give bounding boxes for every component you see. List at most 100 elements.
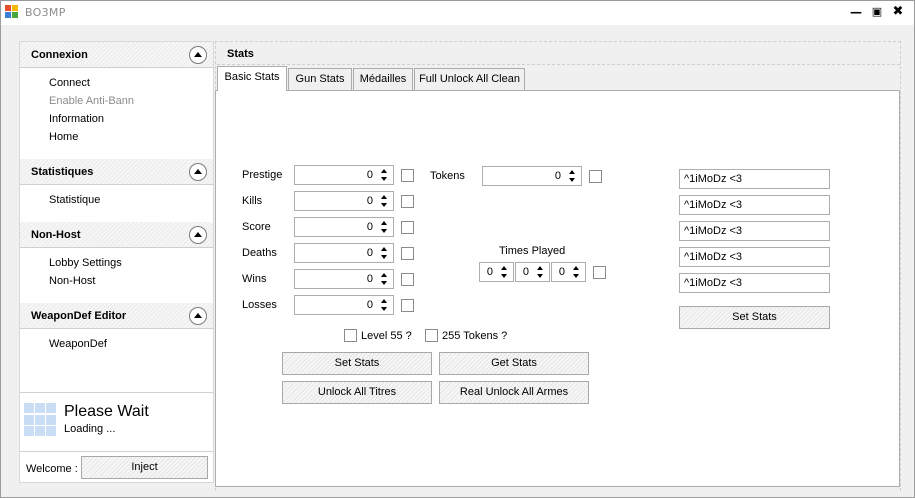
maximize-icon[interactable]: ▣ <box>868 4 886 20</box>
times-played-minutes-stepper[interactable]: 0 <box>551 262 586 282</box>
section-header-weapondef-editor[interactable]: WeaponDef Editor <box>20 303 213 329</box>
title-bar: BO3MP — ▣ ✖ <box>1 1 914 25</box>
section-header-statistiques[interactable]: Statistiques <box>20 159 213 185</box>
set-stats-button[interactable]: Set Stats <box>282 352 432 375</box>
times-played-label: Times Played <box>499 245 566 257</box>
spin-arrows-icon[interactable] <box>377 192 393 210</box>
loading-icon <box>24 403 58 437</box>
times-played-checkbox[interactable] <box>593 266 606 279</box>
collapse-up-icon[interactable] <box>189 163 207 181</box>
deaths-label: Deaths <box>242 247 277 259</box>
name-field-5[interactable]: ^1iMoDz <3 <box>679 273 830 293</box>
stepper-value: 0 <box>366 169 373 181</box>
stepper-value: 0 <box>558 266 565 278</box>
section-title: Connexion <box>31 49 88 61</box>
welcome-bar: Welcome : Inject <box>20 451 213 482</box>
deaths-checkbox[interactable] <box>401 247 414 260</box>
tab-basic-stats[interactable]: Basic Stats <box>217 66 287 91</box>
real-unlock-all-armes-button[interactable]: Real Unlock All Armes <box>439 381 589 404</box>
prestige-checkbox[interactable] <box>401 169 414 182</box>
times-played-hours-stepper[interactable]: 0 <box>515 262 550 282</box>
section-title: Statistiques <box>31 166 94 178</box>
spin-arrows-icon[interactable] <box>497 263 513 281</box>
status-title: Please Wait <box>64 403 149 420</box>
kills-checkbox[interactable] <box>401 195 414 208</box>
tokens-255-checkbox[interactable] <box>425 329 438 342</box>
sidebar-item-weapondef[interactable]: WeaponDef <box>49 338 107 350</box>
page-title: Stats <box>227 48 254 60</box>
sidebar-item-lobby-settings[interactable]: Lobby Settings <box>49 257 122 269</box>
losses-checkbox[interactable] <box>401 299 414 312</box>
prestige-stepper[interactable]: 0 <box>294 165 394 185</box>
wins-stepper[interactable]: 0 <box>294 269 394 289</box>
sidebar-item-enable-anti-bann: Enable Anti-Bann <box>49 95 135 107</box>
spin-arrows-icon[interactable] <box>565 167 581 185</box>
close-icon[interactable]: ✖ <box>889 4 907 20</box>
window-title: BO3MP <box>25 6 66 19</box>
collapse-up-icon[interactable] <box>189 307 207 325</box>
status-subtitle: Loading ... <box>64 423 116 435</box>
inject-button[interactable]: Inject <box>81 456 208 479</box>
collapse-up-icon[interactable] <box>189 46 207 64</box>
stepper-value: 0 <box>366 195 373 207</box>
name-field-1[interactable]: ^1iMoDz <3 <box>679 169 830 189</box>
spin-arrows-icon[interactable] <box>377 166 393 184</box>
level-55-label: Level 55 ? <box>361 330 412 342</box>
name-field-4[interactable]: ^1iMoDz <3 <box>679 247 830 267</box>
welcome-label: Welcome : <box>26 463 78 475</box>
minimize-icon[interactable]: — <box>847 4 865 20</box>
stepper-value: 0 <box>366 273 373 285</box>
name-field-3[interactable]: ^1iMoDz <3 <box>679 221 830 241</box>
level-55-checkbox[interactable] <box>344 329 357 342</box>
times-played-days-stepper[interactable]: 0 <box>479 262 514 282</box>
tab-gun-stats[interactable]: Gun Stats <box>288 68 352 90</box>
spin-arrows-icon[interactable] <box>377 244 393 262</box>
tab-medailles[interactable]: Médailles <box>353 68 413 90</box>
section-header-non-host[interactable]: Non-Host <box>20 222 213 248</box>
sidebar-item-home[interactable]: Home <box>49 131 78 143</box>
sidebar: Connexion Connect Enable Anti-Bann Infor… <box>19 41 214 483</box>
unlock-all-titres-button[interactable]: Unlock All Titres <box>282 381 432 404</box>
tokens-label: Tokens <box>430 170 465 182</box>
prestige-label: Prestige <box>242 169 283 181</box>
names-set-stats-button[interactable]: Set Stats <box>679 306 830 329</box>
wins-checkbox[interactable] <box>401 273 414 286</box>
stepper-value: 0 <box>522 266 529 278</box>
sidebar-item-information[interactable]: Information <box>49 113 104 125</box>
spin-arrows-icon[interactable] <box>377 296 393 314</box>
deaths-stepper[interactable]: 0 <box>294 243 394 263</box>
sidebar-item-statistique[interactable]: Statistique <box>49 194 100 206</box>
stepper-value: 0 <box>366 247 373 259</box>
sidebar-item-connect[interactable]: Connect <box>49 77 90 89</box>
tokens-255-label: 255 Tokens ? <box>442 330 508 342</box>
kills-label: Kills <box>242 195 263 207</box>
score-stepper[interactable]: 0 <box>294 217 394 237</box>
section-title: Non-Host <box>31 229 81 241</box>
spin-arrows-icon[interactable] <box>533 263 549 281</box>
tokens-stepper[interactable]: 0 <box>482 166 582 186</box>
stepper-value: 0 <box>366 299 373 311</box>
get-stats-button[interactable]: Get Stats <box>439 352 589 375</box>
losses-stepper[interactable]: 0 <box>294 295 394 315</box>
score-checkbox[interactable] <box>401 221 414 234</box>
spin-arrows-icon[interactable] <box>377 218 393 236</box>
stepper-value: 0 <box>486 266 493 278</box>
app-icon <box>5 5 19 19</box>
app-window: BO3MP — ▣ ✖ Connexion Connect Enable Ant… <box>0 0 915 498</box>
spin-arrows-icon[interactable] <box>377 270 393 288</box>
collapse-up-icon[interactable] <box>189 226 207 244</box>
stepper-value: 0 <box>366 221 373 233</box>
sidebar-item-non-host[interactable]: Non-Host <box>49 275 95 287</box>
kills-stepper[interactable]: 0 <box>294 191 394 211</box>
spin-arrows-icon[interactable] <box>569 263 585 281</box>
score-label: Score <box>242 221 271 233</box>
section-header-connexion[interactable]: Connexion <box>20 42 213 68</box>
basic-stats-page: Prestige Kills Score Deaths Wins Losses … <box>215 90 900 487</box>
tokens-checkbox[interactable] <box>589 170 602 183</box>
stats-header: Stats <box>217 43 900 65</box>
wins-label: Wins <box>242 273 267 285</box>
stepper-value: 0 <box>554 170 561 182</box>
name-field-2[interactable]: ^1iMoDz <3 <box>679 195 830 215</box>
losses-label: Losses <box>242 299 277 311</box>
tab-full-unlock-all-clean[interactable]: Full Unlock All Clean <box>414 68 525 90</box>
